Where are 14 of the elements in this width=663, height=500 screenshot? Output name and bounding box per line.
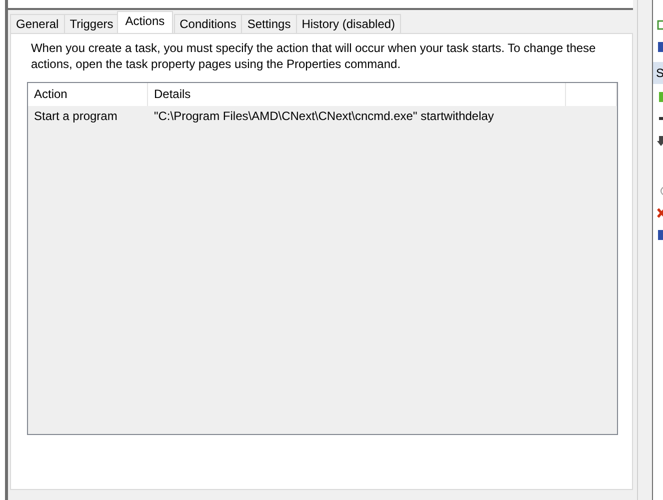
description-text: When you create a task, you must specify the action that will occur when your task starts. To change these actions, open the task property pages using the Properties command. bbox=[30, 40, 597, 72]
tab[interactable]: Conditions bbox=[174, 14, 242, 33]
column-header[interactable]: Action bbox=[28, 83, 148, 106]
splitter[interactable] bbox=[637, 0, 654, 500]
table-cell-text: Start a program bbox=[32, 108, 118, 125]
tab[interactable]: Settings bbox=[241, 14, 297, 33]
table-cell-text: "C:\Program Files\AMD\CNext\CNext\cncmd.exe" startwithdelay bbox=[152, 108, 495, 125]
arrow-icon[interactable] bbox=[657, 136, 663, 146]
tab[interactable]: General bbox=[10, 14, 65, 33]
tab[interactable]: Triggers bbox=[64, 14, 120, 33]
delete-icon[interactable] bbox=[657, 208, 663, 218]
tab[interactable]: Actions bbox=[117, 11, 173, 33]
column-header[interactable]: Details bbox=[148, 83, 566, 106]
tab[interactable]: History (disabled) bbox=[296, 14, 402, 33]
